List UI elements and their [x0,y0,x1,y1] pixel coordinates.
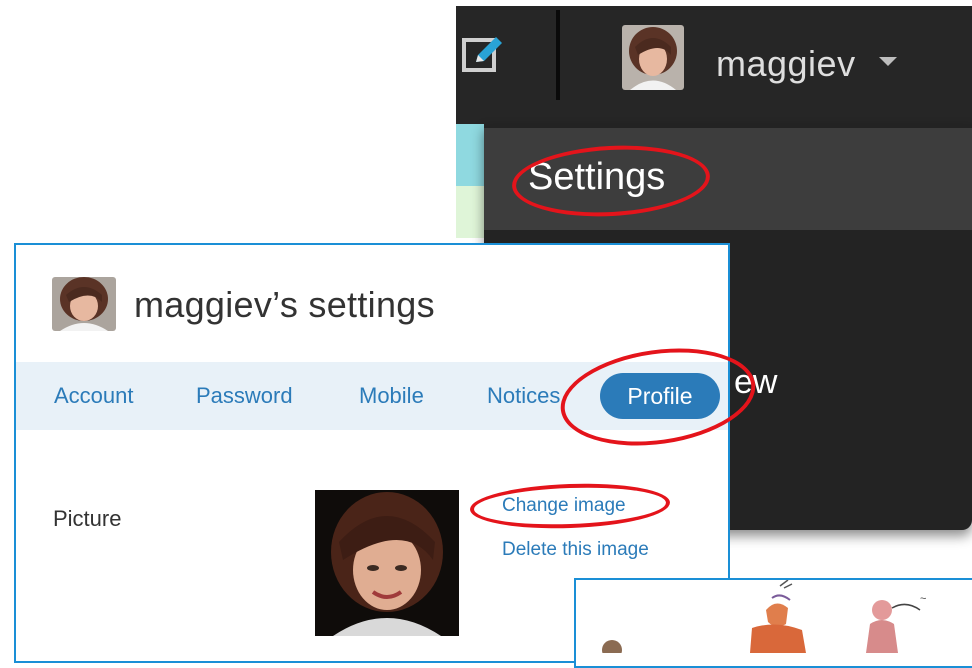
picture-label: Picture [53,506,122,531]
tab-account[interactable]: Account [54,382,134,410]
background-strip [456,124,486,186]
settings-avatar [52,277,116,331]
profile-photo [315,490,459,636]
nav-divider [556,10,560,100]
delete-image-link[interactable]: Delete this image [502,538,649,562]
tab-notices[interactable]: Notices [487,382,560,410]
tab-password[interactable]: Password [196,382,293,410]
background-strip [456,186,486,238]
page-title: maggiev’s settings [134,284,435,325]
tab-mobile[interactable]: Mobile [359,382,424,410]
cartoon-sketch-image: ~ [602,580,926,653]
svg-text:~: ~ [920,593,926,605]
compose-tweet-icon[interactable] [462,34,502,74]
chevron-down-icon[interactable] [879,57,897,66]
user-avatar[interactable] [622,25,684,90]
username-menu[interactable]: maggiev [716,44,856,84]
